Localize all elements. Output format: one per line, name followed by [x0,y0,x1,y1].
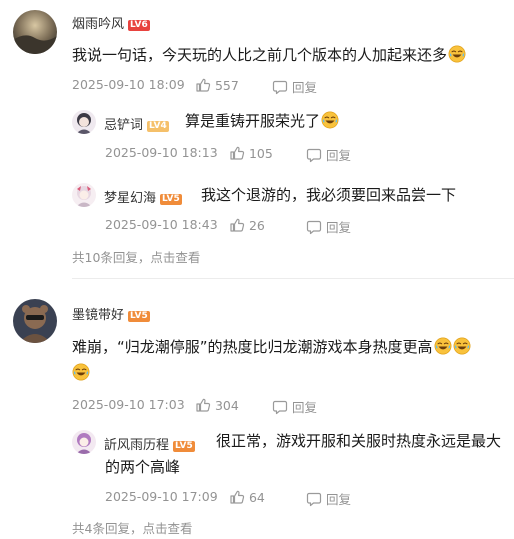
username-text[interactable]: 訢风雨历程 [104,438,169,453]
comment-meta: 2025-09-10 17:03 [72,397,185,412]
like-button[interactable]: 304 [195,397,239,413]
like-count: 26 [248,218,265,233]
avatar-user-2[interactable] [13,299,57,343]
reply-button[interactable]: 回复 [306,217,351,236]
avatar-reply-1-1[interactable] [72,110,96,134]
laughing-tears-emoji [448,45,466,63]
like-button[interactable]: 105 [229,145,273,161]
like-count: 557 [214,78,239,93]
reply-meta: 2025-09-10 18:43 [105,217,218,232]
reply-button[interactable]: 回复 [306,145,351,164]
reply-body: 很正常，游戏开服和关服时热度永远是最大 [216,432,502,450]
reply-body: 我这个退游的，我必须要回来品尝一下 [201,186,457,204]
reply-label: 回复 [325,220,351,235]
level-badge: LV5 [173,441,195,452]
reply-button[interactable]: 回复 [306,489,351,508]
comment-timestamp: 2025-09-10 18:09 [72,77,185,92]
comment-timestamp: 2025-09-10 17:03 [72,397,185,412]
comment-body: 难崩，“归龙潮停服”的热度比归龙潮游戏本身热度更高 [72,338,433,356]
username-text[interactable]: 梦星幻海 [104,191,156,206]
laughing-tears-emoji [434,337,452,355]
avatar-image [13,299,57,343]
avatar-image [72,183,96,207]
comment-username[interactable]: 烟雨吟风 LV6 [72,13,150,32]
comment-username[interactable]: 墨镜带好 LV5 [72,304,150,323]
comment-divider [72,278,514,279]
level-badge: LV4 [147,121,169,132]
comment-bubble-icon [306,219,322,235]
thumb-up-icon [195,397,211,413]
avatar-image [72,110,96,134]
reply-label: 回复 [291,80,317,95]
thumb-up-icon [195,77,211,93]
avatar-user-1[interactable] [13,10,57,54]
like-count: 105 [248,146,273,161]
reply-text: 很正常，游戏开服和关服时热度永远是最大 [216,428,501,454]
username-text[interactable]: 烟雨吟风 [72,17,124,32]
reply-text: 算是重铸开服荣光了 [185,108,339,134]
comment-bubble-icon [272,399,288,415]
reply-button[interactable]: 回复 [272,397,317,416]
avatar-reply-1-2[interactable] [72,183,96,207]
level-badge: LV5 [128,311,150,322]
comment-body: 我说一句话，今天玩的人比之前几个版本的人加起来还多 [72,46,448,64]
reply-meta: 2025-09-10 18:13 [105,145,218,160]
view-more-replies-text[interactable]: 共4条回复，点击查看 [72,521,192,536]
reply-username[interactable]: 忌铲词 LV4 [104,114,169,133]
thumb-up-icon [229,145,245,161]
reply-text-line-2: 的两个高峰 [105,454,180,480]
like-button[interactable]: 64 [229,489,265,505]
level-badge: LV6 [128,20,150,31]
view-more-replies-text[interactable]: 共10条回复，点击查看 [72,250,200,265]
reply-username[interactable]: 梦星幻海 LV5 [104,187,182,206]
avatar-reply-2-1[interactable] [72,430,96,454]
comment-text: 难崩，“归龙潮停服”的热度比归龙潮游戏本身热度更高 [72,334,471,360]
reply-body: 算是重铸开服荣光了 [185,112,321,130]
reply-label: 回复 [325,148,351,163]
laughing-tears-emoji [453,337,471,355]
laughing-tears-emoji [321,111,339,129]
username-text[interactable]: 墨镜带好 [72,308,124,323]
view-more-replies[interactable]: 共10条回复，点击查看 [72,247,200,266]
reply-timestamp: 2025-09-10 18:43 [105,217,218,232]
reply-label: 回复 [291,400,317,415]
reply-username[interactable]: 訢风雨历程 LV5 [104,434,195,453]
comment-bubble-icon [272,79,288,95]
comment-meta: 2025-09-10 18:09 [72,77,185,92]
view-more-replies[interactable]: 共4条回复，点击查看 [72,518,192,537]
comment-text: 我说一句话，今天玩的人比之前几个版本的人加起来还多 [72,42,466,68]
like-button[interactable]: 26 [229,217,265,233]
reply-body-continued: 的两个高峰 [105,458,181,476]
reply-meta: 2025-09-10 17:09 [105,489,218,504]
thumb-up-icon [229,217,245,233]
like-count: 304 [214,398,239,413]
reply-button[interactable]: 回复 [272,77,317,96]
comment-bubble-icon [306,491,322,507]
reply-text: 我这个退游的，我必须要回来品尝一下 [201,182,456,208]
laughing-tears-emoji [72,363,90,381]
like-button[interactable]: 557 [195,77,239,93]
comment-text-line-2 [72,360,90,386]
avatar-image [13,10,57,54]
avatar-image [72,430,96,454]
level-badge: LV5 [160,194,182,205]
reply-timestamp: 2025-09-10 18:13 [105,145,218,160]
reply-label: 回复 [325,492,351,507]
username-text[interactable]: 忌铲词 [104,118,143,133]
like-count: 64 [248,490,265,505]
comment-bubble-icon [306,147,322,163]
reply-timestamp: 2025-09-10 17:09 [105,489,218,504]
thumb-up-icon [229,489,245,505]
